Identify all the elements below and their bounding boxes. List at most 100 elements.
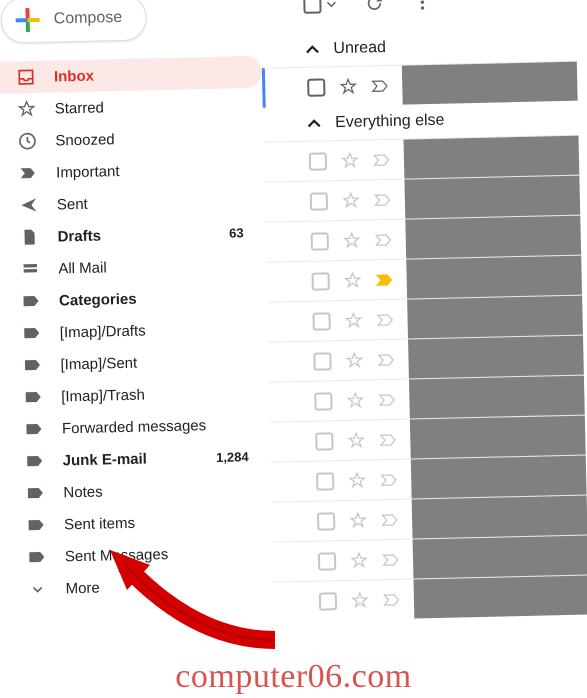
label-icon bbox=[22, 323, 42, 343]
row-checkbox[interactable] bbox=[308, 151, 328, 171]
important-icon[interactable] bbox=[374, 229, 394, 249]
sidebar-item-count: 63 bbox=[229, 225, 252, 241]
label-icon bbox=[24, 419, 44, 439]
star-icon[interactable] bbox=[342, 230, 362, 250]
mail-content-redacted bbox=[410, 416, 586, 459]
important-icon[interactable] bbox=[378, 429, 398, 449]
mail-row[interactable] bbox=[273, 535, 587, 582]
mail-row[interactable] bbox=[267, 295, 583, 342]
star-icon[interactable] bbox=[347, 470, 367, 490]
row-checkbox[interactable] bbox=[313, 391, 333, 411]
important-icon[interactable] bbox=[372, 149, 392, 169]
refresh-button[interactable] bbox=[364, 0, 384, 13]
star-icon[interactable] bbox=[348, 510, 368, 530]
mail-content-redacted bbox=[408, 336, 584, 379]
important-icon[interactable] bbox=[382, 589, 402, 609]
row-checkbox[interactable] bbox=[312, 351, 332, 371]
star-icon[interactable] bbox=[338, 76, 358, 96]
row-checkbox[interactable] bbox=[306, 77, 326, 97]
row-checkbox[interactable] bbox=[318, 591, 338, 611]
important-icon[interactable] bbox=[373, 189, 393, 209]
sidebar-item-count: 1,284 bbox=[216, 449, 257, 465]
more-button[interactable] bbox=[412, 0, 432, 12]
sidebar-item-label: Drafts bbox=[57, 225, 211, 245]
sidebar-item-label: Notes bbox=[63, 480, 257, 501]
sidebar-item-label: Sent items bbox=[64, 512, 258, 533]
label-icon bbox=[22, 355, 42, 375]
mail-row[interactable] bbox=[264, 135, 580, 182]
star-icon[interactable] bbox=[349, 550, 369, 570]
important-icon[interactable] bbox=[381, 549, 401, 569]
row-checkbox[interactable] bbox=[316, 511, 336, 531]
label-icon bbox=[23, 387, 43, 407]
important-icon bbox=[18, 163, 38, 183]
caret-down-icon bbox=[326, 0, 336, 9]
mail-row[interactable] bbox=[265, 215, 581, 262]
folder-list: InboxStarredSnoozedImportantSentDrafts63… bbox=[0, 56, 274, 606]
label-icon bbox=[24, 451, 44, 471]
plus-icon bbox=[15, 8, 40, 33]
mail-row[interactable] bbox=[266, 255, 582, 302]
mail-row[interactable] bbox=[268, 335, 584, 382]
mail-content-redacted bbox=[412, 496, 587, 539]
compose-button[interactable]: Compose bbox=[0, 0, 147, 44]
watermark: computer06.com bbox=[0, 658, 587, 696]
star-icon[interactable] bbox=[344, 350, 364, 370]
important-icon[interactable] bbox=[379, 469, 399, 489]
chevron-down-icon bbox=[27, 579, 47, 599]
star-icon[interactable] bbox=[343, 310, 363, 330]
star-icon[interactable] bbox=[350, 590, 370, 610]
mail-row[interactable] bbox=[264, 175, 580, 222]
sidebar-item-label: More bbox=[65, 575, 259, 596]
sidebar-item-label: Starred bbox=[55, 96, 249, 117]
sidebar-item-label: Sent Messages bbox=[65, 544, 259, 565]
main-panel: Unread Everything else bbox=[260, 0, 587, 634]
important-icon[interactable] bbox=[380, 509, 400, 529]
select-all-checkbox[interactable] bbox=[302, 0, 336, 15]
mail-content-redacted bbox=[405, 216, 581, 259]
mail-row[interactable] bbox=[269, 375, 585, 422]
sidebar-item-more[interactable]: More bbox=[1, 568, 274, 606]
more-vert-icon bbox=[412, 0, 432, 12]
star-icon[interactable] bbox=[346, 430, 366, 450]
row-checkbox[interactable] bbox=[311, 311, 331, 331]
row-checkbox[interactable] bbox=[310, 271, 330, 291]
mail-row-unread[interactable] bbox=[262, 61, 578, 108]
star-icon[interactable] bbox=[340, 150, 360, 170]
star-icon[interactable] bbox=[342, 270, 362, 290]
mail-row[interactable] bbox=[271, 455, 587, 502]
mail-content-redacted bbox=[413, 576, 587, 619]
sidebar-item-label: Inbox bbox=[54, 64, 248, 85]
row-checkbox[interactable] bbox=[315, 471, 335, 491]
row-checkbox[interactable] bbox=[314, 431, 334, 451]
mail-row[interactable] bbox=[273, 575, 587, 622]
mail-content-redacted bbox=[407, 296, 583, 339]
mail-row[interactable] bbox=[272, 495, 587, 542]
checkbox-icon bbox=[302, 0, 322, 15]
sidebar-item-label: Important bbox=[56, 160, 250, 181]
clock-icon bbox=[17, 131, 37, 151]
row-checkbox[interactable] bbox=[317, 551, 337, 571]
sidebar-item-label: [Imap]/Sent bbox=[60, 352, 254, 373]
mail-content-redacted bbox=[406, 256, 582, 299]
important-icon[interactable] bbox=[377, 389, 397, 409]
inbox-icon bbox=[16, 67, 36, 87]
mail-content-redacted bbox=[402, 62, 578, 105]
sidebar-item-label: Forwarded messages bbox=[62, 416, 256, 437]
important-icon[interactable] bbox=[374, 269, 394, 289]
star-icon[interactable] bbox=[341, 190, 361, 210]
mail-content-redacted bbox=[404, 176, 580, 219]
mail-content-redacted bbox=[409, 376, 585, 419]
sidebar-item-label: All Mail bbox=[58, 256, 252, 277]
important-icon[interactable] bbox=[370, 75, 390, 95]
row-checkbox[interactable] bbox=[309, 191, 329, 211]
sidebar-item-label: [Imap]/Trash bbox=[61, 384, 255, 405]
important-icon[interactable] bbox=[376, 349, 396, 369]
label-icon bbox=[27, 547, 47, 567]
important-icon[interactable] bbox=[375, 309, 395, 329]
refresh-icon bbox=[364, 0, 384, 13]
star-icon[interactable] bbox=[345, 390, 365, 410]
sidebar: Compose InboxStarredSnoozedImportantSent… bbox=[0, 0, 275, 640]
row-checkbox[interactable] bbox=[310, 231, 330, 251]
mail-row[interactable] bbox=[270, 415, 586, 462]
